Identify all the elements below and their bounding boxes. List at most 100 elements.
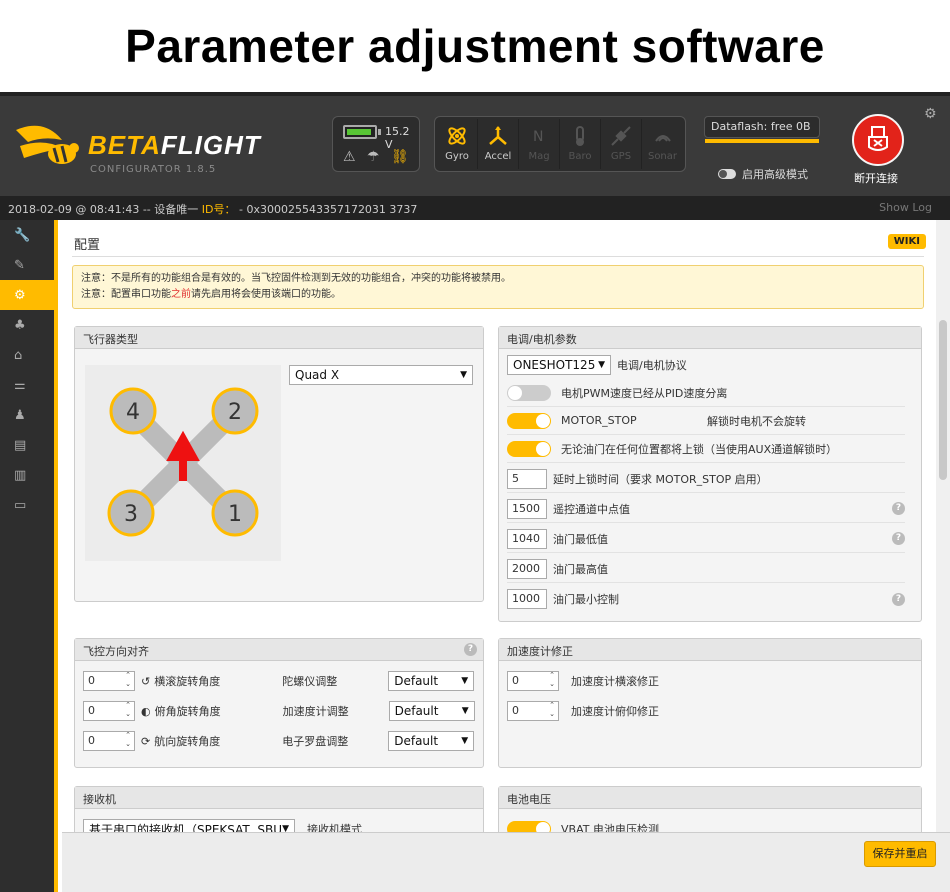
acc-trim-title: 加速度计修正 [499,639,921,661]
cli-icon: ▭ [14,497,27,513]
page-title: 配置 [74,238,101,253]
osd-icon: ▤ [14,437,27,453]
expert-mode-switch[interactable] [718,169,736,179]
esc-title: 电调/电机参数 [499,327,921,349]
max-throttle-input[interactable]: 2000 [507,558,547,579]
nav-receiver[interactable]: ⌂ [0,340,54,370]
banner-title: Parameter adjustment software [125,20,825,72]
sonar-icon [654,135,671,142]
help-icon[interactable]: ? [892,532,905,545]
gps-icon [611,126,631,146]
nav-modes[interactable]: ⚌ [0,370,54,400]
yaw-input[interactable]: 0 [83,731,135,751]
disarm-delay-input[interactable]: 5 [507,468,547,489]
wiki-button[interactable]: WIKI [887,234,926,249]
gyro-align-select[interactable]: Default ▼ [388,671,475,691]
app-version: CONFIGURATOR 1.8.5 [90,164,217,175]
mixer-select[interactable]: Quad X ▼ [289,365,473,385]
motor-icon: ♟ [14,407,26,423]
warning-icon: ⚠ [343,149,356,165]
link-icon: ⛓ [391,149,409,165]
dataflash-status: Dataflash: free 0B [704,116,820,143]
nav-blackbox[interactable]: ▥ [0,460,54,490]
help-icon[interactable]: ? [892,592,905,606]
baro-icon [576,126,584,146]
sidebar: 🔧 ✎ ⚙ ♣ ⌂ ⚌ ♟ ▤ ▥ ▭ [0,220,58,892]
bee-icon [16,125,79,164]
esc-protocol-select[interactable]: ONESHOT125 ▼ [507,355,611,375]
board-alignment-panel: 飞控方向对齐? 0 ↺ 横滚旋转角度 陀螺仪调整 Default▼ 0 ◐ 俯角… [74,638,484,768]
quad-diagram: 4 2 3 1 [85,365,281,561]
mag-icon: N [533,129,543,145]
modes-icon: ⚌ [14,377,26,393]
wrench-icon: 🔧 [14,227,31,243]
nav-ports[interactable]: ✎ [0,250,54,280]
roll-input[interactable]: 0 [83,671,135,691]
sensor-mag: N Mag [519,119,560,169]
status-bar: 2018-02-09 @ 08:41:43 -- 设备唯一 ID号： - 0x3… [0,196,950,220]
nav-cli[interactable]: ▭ [0,490,54,520]
sensor-gps: GPS [601,119,642,169]
battery-icon [343,125,377,139]
help-icon[interactable]: ? [892,502,905,515]
pitch-input[interactable]: 0 [83,701,135,721]
receiver-icon: ⌂ [14,347,23,363]
blackbox-icon: ▥ [14,467,27,483]
ports-icon: ♣ [14,317,26,333]
receiver-title: 接收机 [75,787,483,809]
vbat-toggle[interactable] [507,821,551,832]
acc-roll-input[interactable]: 0 [507,671,559,691]
show-log-link[interactable]: Show Log [879,201,932,214]
motor-stop-toggle[interactable] [507,412,551,429]
nav-configuration[interactable]: ⚙ [0,280,54,310]
min-command-input[interactable]: 1000 [507,589,547,609]
acc-align-select[interactable]: Default ▼ [388,701,475,721]
nav-pid[interactable]: ♣ [0,310,54,340]
nav-setup[interactable]: 🔧 [0,220,54,250]
sensor-sonar: Sonar [642,119,683,169]
motor-label-4: 4 [126,400,140,425]
plug-icon: ✎ [14,257,25,273]
top-bar: BETAFLIGHT CONFIGURATOR 1.8.5 15.2 V ⚠ ☂… [0,92,950,196]
acc-pitch-input[interactable]: 0 [507,701,559,721]
svg-text:N: N [533,129,543,145]
board-alignment-title: 飞控方向对齐? [75,639,483,661]
voltage-readout: 15.2 V [385,125,410,151]
battery-voltage-title: 电池电压 [499,787,921,809]
midrc-input[interactable]: 1500 [507,498,547,519]
mag-align-select[interactable]: Default ▼ [388,731,475,751]
app-name: BETAFLIGHT [88,130,261,160]
nav-motors[interactable]: ♟ [0,400,54,430]
accel-icon [489,126,507,145]
motor-label-3: 3 [124,502,138,527]
betaflight-logo: BETAFLIGHT CONFIGURATOR 1.8.5 [14,114,274,184]
acc-trim-panel: 加速度计修正 0加速度计横滚修正 0加速度计俯仰修正 [498,638,922,768]
mixer-title: 飞行器类型 [75,327,483,349]
esc-panel: 电调/电机参数 ONESHOT125 ▼ 电调/电机协议 电机PWM速度已经从PI… [498,326,922,622]
disconnect-button[interactable] [852,114,904,166]
roll-icon: ↺ [141,674,151,688]
save-reboot-button[interactable]: 保存并重启 [864,841,936,867]
sensor-gyro: Gyro [437,119,478,169]
receiver-mode-select[interactable]: 基于串口的接收机（SPEKSAT, SBU ▼ [83,819,295,832]
pwm-separate-toggle[interactable] [507,384,551,401]
pitch-icon: ◐ [141,704,151,718]
disarm-throttle-toggle[interactable] [507,440,551,457]
battery-panel: 15.2 V ⚠ ☂ ⛓ [332,116,420,172]
help-icon[interactable]: ? [464,643,477,656]
yaw-icon: ⟳ [141,734,151,748]
expert-mode-toggle[interactable]: 启用高级模式 [718,166,808,182]
sensor-accel: Accel [478,119,519,169]
gyro-icon [448,127,466,145]
scrollbar-thumb[interactable] [939,320,947,480]
settings-gear-icon[interactable]: ⚙ [924,106,937,122]
scrollbar[interactable] [936,220,950,832]
nav-osd[interactable]: ▤ [0,430,54,460]
mixer-panel: 飞行器类型 4 2 3 1 Quad X ▼ [74,326,484,602]
motor-label-1: 1 [228,502,242,527]
usb-icon [868,126,888,151]
battery-voltage-panel: 电池电压 VBAT 电池电压检测 [498,786,922,832]
gear-icon: ⚙ [14,287,26,303]
banner: Parameter adjustment software [0,0,950,92]
min-throttle-input[interactable]: 1040 [507,528,547,549]
